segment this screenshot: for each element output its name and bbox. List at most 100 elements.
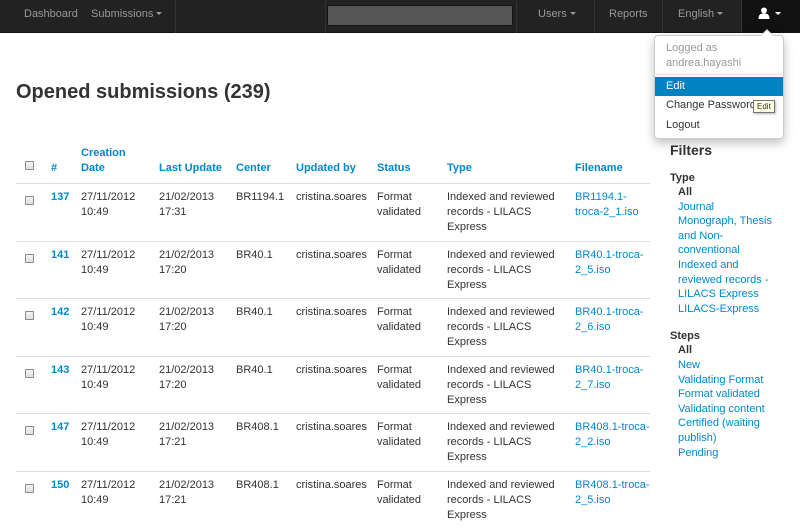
filter-steps-option[interactable]: Format validated (678, 387, 795, 402)
logged-as-info: Logged as andrea.hayashi (666, 41, 741, 71)
top-navbar: Dashboard Submissions Users Reports Engl… (0, 0, 800, 33)
nav-language[interactable]: English (678, 0, 723, 33)
filter-type-option[interactable]: and Non- (678, 229, 795, 244)
filter-type-list: AllJournalMonograph, Thesisand Non-conve… (670, 185, 795, 316)
table-row: 15027/11/201210:4921/02/201317:21BR408.1… (16, 471, 650, 528)
menu-item-edit[interactable]: Edit (655, 77, 783, 96)
row-checkbox[interactable] (25, 254, 34, 263)
search-input[interactable] (327, 5, 513, 26)
cell-status: Formatvalidated (377, 305, 421, 335)
row-checkbox[interactable] (25, 196, 34, 205)
filter-type-option[interactable]: Indexed and (678, 258, 795, 273)
cell-line: 17:21 (159, 494, 187, 506)
cell-line: 137 (51, 191, 69, 203)
row-checkbox[interactable] (25, 311, 34, 320)
cell-filename[interactable]: BR40.1-troca-2_6.iso (575, 305, 643, 335)
column-header-center[interactable]: Center (236, 161, 271, 176)
cell-line: 2_5.iso (575, 494, 610, 506)
cell-line: records - LILACS (447, 321, 531, 333)
cell-line: 21/02/2013 (159, 364, 214, 376)
nav-dashboard[interactable]: Dashboard (24, 0, 78, 33)
cell-line: BR408.1 (236, 421, 279, 433)
cell-line: 17:20 (159, 321, 187, 333)
filter-steps-option: All (678, 343, 795, 358)
column-header-last-update[interactable]: Last Update (159, 161, 222, 176)
user-dropdown-menu: Logged as andrea.hayashi Edit Change Pas… (654, 35, 784, 139)
cell-id[interactable]: 137 (51, 190, 69, 205)
cell-id[interactable]: 143 (51, 363, 69, 378)
cell-type: Indexed and reviewedrecords - LILACSExpr… (447, 305, 555, 350)
cell-type: Indexed and reviewedrecords - LILACSExpr… (447, 363, 555, 408)
nav-users[interactable]: Users (538, 0, 576, 33)
cell-line: 10:49 (81, 494, 109, 506)
cell-last-update: 21/02/201317:20 (159, 363, 214, 393)
column-header-updated-by[interactable]: Updated by (296, 161, 356, 176)
cell-filename[interactable]: BR408.1-troca-2_2.iso (575, 420, 650, 450)
filter-type-option[interactable]: reviewed records - (678, 273, 795, 288)
cell-id[interactable]: 142 (51, 305, 69, 320)
cell-updated-by: cristina.soares (296, 478, 367, 493)
cell-updated-by: cristina.soares (296, 363, 367, 378)
column-header-status[interactable]: Status (377, 161, 411, 176)
cell-line: validated (377, 206, 421, 218)
nav-divider (325, 0, 326, 33)
caret-down-icon (717, 12, 723, 15)
cell-line: 147 (51, 421, 69, 433)
dropdown-divider (656, 74, 782, 75)
row-checkbox[interactable] (25, 426, 34, 435)
cell-line: Format (377, 249, 412, 261)
cell-line: Indexed and reviewed (447, 421, 555, 433)
column-header-id[interactable]: # (51, 161, 57, 176)
cell-line: 27/11/2012 (81, 191, 135, 203)
nav-divider (516, 0, 517, 33)
cell-filename[interactable]: BR40.1-troca-2_5.iso (575, 248, 643, 278)
nav-reports[interactable]: Reports (609, 0, 648, 33)
column-header-filename[interactable]: Filename (575, 161, 623, 176)
filter-type-option[interactable]: conventional (678, 243, 795, 258)
filter-type-option[interactable]: Journal (678, 200, 795, 215)
cell-filename[interactable]: BR408.1-troca-2_5.iso (575, 478, 650, 508)
cell-line: 17:31 (159, 206, 187, 218)
cell-type: Indexed and reviewedrecords - LILACSExpr… (447, 478, 555, 523)
nav-divider (594, 0, 595, 33)
filter-type-option[interactable]: LILACS Express (678, 287, 795, 302)
cell-id[interactable]: 147 (51, 420, 69, 435)
menu-item-logout[interactable]: Logout (655, 116, 783, 135)
cell-last-update: 21/02/201317:20 (159, 248, 214, 278)
cell-line: validated (377, 436, 421, 448)
filters-panel: Filters Type AllJournalMonograph, Thesis… (670, 142, 795, 460)
filter-steps-option[interactable]: New (678, 358, 795, 373)
cell-line: Indexed and reviewed (447, 364, 555, 376)
caret-down-icon (570, 12, 576, 15)
cell-line: 27/11/2012 (81, 249, 135, 261)
cell-line: Express (447, 336, 487, 348)
cell-id[interactable]: 141 (51, 248, 69, 263)
filter-type-option[interactable]: Monograph, Thesis (678, 214, 795, 229)
cell-line: Express (447, 221, 487, 233)
cell-filename[interactable]: BR1194.1-troca-2_1.iso (575, 190, 639, 220)
cell-filename[interactable]: BR40.1-troca-2_7.iso (575, 363, 643, 393)
cell-line: BR408.1-troca- (575, 421, 650, 433)
cell-line: Indexed and reviewed (447, 191, 555, 203)
nav-language-label: English (678, 8, 714, 20)
column-header-creation-date[interactable]: Creation Date (81, 146, 136, 176)
cell-line: validated (377, 494, 421, 506)
filter-steps-option[interactable]: Validating content (678, 402, 795, 417)
select-all-checkbox[interactable] (25, 161, 34, 170)
cell-line: Express (447, 451, 487, 463)
column-header-type[interactable]: Type (447, 161, 472, 176)
filter-steps-option[interactable]: Certified (waiting (678, 416, 795, 431)
filter-steps-option[interactable]: publish) (678, 431, 795, 446)
cell-id[interactable]: 150 (51, 478, 69, 493)
cell-last-update: 21/02/201317:31 (159, 190, 214, 220)
cell-line: Express (447, 394, 487, 406)
row-checkbox[interactable] (25, 484, 34, 493)
filter-type-option[interactable]: LILACS-Express (678, 302, 795, 317)
row-checkbox[interactable] (25, 369, 34, 378)
filter-steps-option[interactable]: Pending (678, 446, 795, 461)
nav-submissions[interactable]: Submissions (91, 0, 162, 33)
cell-line: 10:49 (81, 206, 109, 218)
filter-steps-option[interactable]: Validating Format (678, 373, 795, 388)
cell-line: Format (377, 191, 412, 203)
cell-line: BR1194.1- (575, 191, 627, 203)
